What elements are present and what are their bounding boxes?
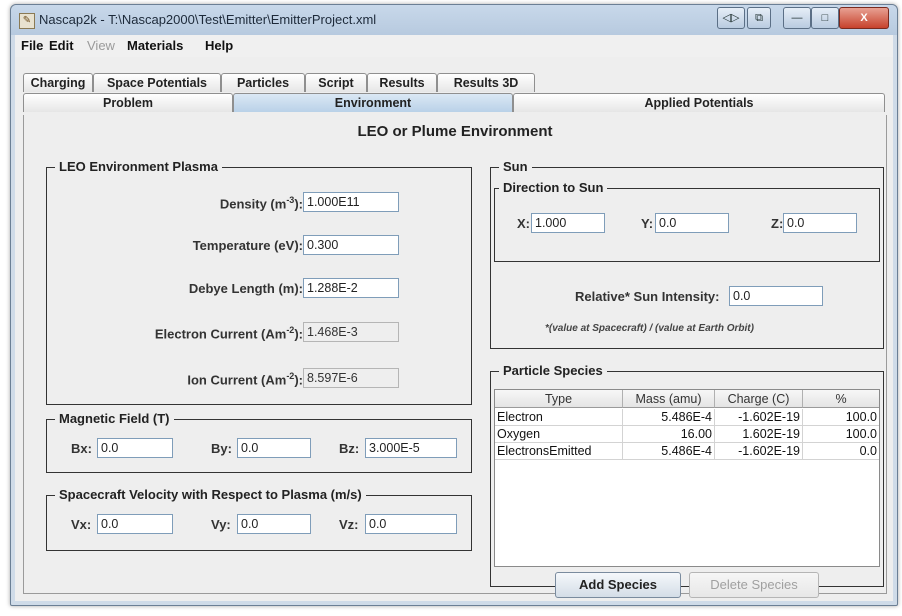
app-icon: ✎ <box>19 13 35 29</box>
tab-script[interactable]: Script <box>305 73 367 92</box>
table-row[interactable]: Electron 5.486E-4 -1.602E-19 100.0 <box>495 409 879 426</box>
minimize-button[interactable]: — <box>783 7 811 29</box>
cell-charge[interactable]: -1.602E-19 <box>715 409 803 425</box>
cell-charge[interactable]: -1.602E-19 <box>715 443 803 459</box>
species-table: Type Mass (amu) Charge (C) % Electron 5.… <box>494 389 880 567</box>
app-window: ✎ Nascap2k - T:\Nascap2000\Test\Emitter\… <box>10 4 898 606</box>
by-field[interactable]: 0.0 <box>237 438 311 458</box>
main-content: Charging Space Potentials Particles Scri… <box>15 57 893 601</box>
vx-field[interactable]: 0.0 <box>97 514 173 534</box>
debye-length-field[interactable]: 1.288E-2 <box>303 278 399 298</box>
environment-panel: LEO or Plume Environment LEO Environment… <box>23 115 887 598</box>
density-label: Density (m-3): <box>219 195 303 212</box>
sun-title: Sun <box>499 159 532 174</box>
cell-percent[interactable]: 0.0 <box>803 443 879 459</box>
page-title: LEO or Plume Environment <box>357 123 553 140</box>
sun-group: Sun Direction to Sun X: 1.000 Y: 0.0 Z: … <box>490 159 884 349</box>
vy-label: Vy: <box>211 517 231 532</box>
sun-y-field[interactable]: 0.0 <box>655 213 729 233</box>
add-species-button[interactable]: Add Species <box>555 572 681 598</box>
particle-species-title: Particle Species <box>499 363 607 378</box>
bx-field[interactable]: 0.0 <box>97 438 173 458</box>
restore-down-icon[interactable]: ◁▷ <box>717 7 745 29</box>
delete-species-button[interactable]: Delete Species <box>689 572 819 598</box>
menu-file[interactable]: File <box>21 38 43 53</box>
magnetic-field-group: Magnetic Field (T) Bx: 0.0 By: 0.0 Bz: 3… <box>46 411 472 473</box>
cell-charge[interactable]: 1.602E-19 <box>715 426 803 442</box>
by-label: By: <box>211 441 232 456</box>
menu-view[interactable]: View <box>87 38 115 53</box>
particle-species-group: Particle Species Type Mass (amu) Charge … <box>490 363 884 598</box>
cell-percent[interactable]: 100.0 <box>803 409 879 425</box>
title-bar: ✎ Nascap2k - T:\Nascap2000\Test\Emitter\… <box>11 5 897 35</box>
electron-current-label: Electron Current (Am-2): <box>154 325 303 342</box>
temperature-field[interactable]: 0.300 <box>303 235 399 255</box>
cell-type[interactable]: ElectronsEmitted <box>495 443 623 459</box>
close-button[interactable]: X <box>839 7 889 29</box>
sun-z-field[interactable]: 0.0 <box>783 213 857 233</box>
ion-current-label: Ion Current (Am-2): <box>187 371 303 388</box>
cell-mass[interactable]: 5.486E-4 <box>623 409 715 425</box>
sun-x-label: X: <box>517 216 530 231</box>
cell-type[interactable]: Oxygen <box>495 426 623 442</box>
bz-field[interactable]: 3.000E-5 <box>365 438 457 458</box>
leo-plasma-title: LEO Environment Plasma <box>55 159 222 174</box>
debye-length-label: Debye Length (m): <box>188 281 303 296</box>
tab-particles[interactable]: Particles <box>221 73 305 92</box>
sun-intensity-note: *(value at Spacecraft) / (value at Earth… <box>545 323 754 334</box>
vz-label: Vz: <box>339 517 359 532</box>
sun-intensity-field[interactable]: 0.0 <box>729 286 823 306</box>
window-title: Nascap2k - T:\Nascap2000\Test\Emitter\Em… <box>39 12 377 27</box>
velocity-title: Spacecraft Velocity with Respect to Plas… <box>55 487 366 502</box>
column-header-mass[interactable]: Mass (amu) <box>623 390 715 408</box>
vx-label: Vx: <box>71 517 92 532</box>
tab-space-potentials[interactable]: Space Potentials <box>93 73 221 92</box>
cell-mass[interactable]: 5.486E-4 <box>623 443 715 459</box>
direction-to-sun-group: Direction to Sun X: 1.000 Y: 0.0 Z: 0.0 <box>494 180 880 262</box>
column-header-type[interactable]: Type <box>495 390 623 408</box>
sun-y-label: Y: <box>641 216 654 231</box>
leo-plasma-group: LEO Environment Plasma Density (m-3): 1.… <box>46 159 472 405</box>
velocity-group: Spacecraft Velocity with Respect to Plas… <box>46 487 472 551</box>
direction-to-sun-title: Direction to Sun <box>499 180 608 195</box>
menu-bar: File Edit View Materials Help <box>15 35 893 58</box>
menu-edit[interactable]: Edit <box>49 38 74 53</box>
density-field[interactable]: 1.000E11 <box>303 192 399 212</box>
tab-results-3d[interactable]: Results 3D <box>437 73 535 92</box>
sun-intensity-label: Relative* Sun Intensity: <box>575 289 720 304</box>
cell-mass[interactable]: 16.00 <box>623 426 715 442</box>
tab-problem[interactable]: Problem <box>23 93 233 112</box>
tab-charging[interactable]: Charging <box>23 73 93 92</box>
copy-icon[interactable]: ⧉ <box>747 7 771 29</box>
sun-z-label: Z: <box>771 216 784 231</box>
maximize-button[interactable]: □ <box>811 7 839 29</box>
vy-field[interactable]: 0.0 <box>237 514 311 534</box>
magnetic-field-title: Magnetic Field (T) <box>55 411 174 426</box>
bz-label: Bz: <box>339 441 360 456</box>
menu-materials[interactable]: Materials <box>127 38 183 53</box>
bx-label: Bx: <box>71 441 92 456</box>
table-row[interactable]: Oxygen 16.00 1.602E-19 100.0 <box>495 426 879 443</box>
table-row[interactable]: ElectronsEmitted 5.486E-4 -1.602E-19 0.0 <box>495 443 879 460</box>
cell-type[interactable]: Electron <box>495 409 623 425</box>
tab-results[interactable]: Results <box>367 73 437 92</box>
vz-field[interactable]: 0.0 <box>365 514 457 534</box>
column-header-charge[interactable]: Charge (C) <box>715 390 803 408</box>
tab-environment[interactable]: Environment <box>233 93 513 112</box>
electron-current-field: 1.468E-3 <box>303 322 399 342</box>
sun-x-field[interactable]: 1.000 <box>531 213 605 233</box>
ion-current-field: 8.597E-6 <box>303 368 399 388</box>
menu-help[interactable]: Help <box>205 38 233 53</box>
column-header-percent[interactable]: % <box>803 390 879 408</box>
cell-percent[interactable]: 100.0 <box>803 426 879 442</box>
temperature-label: Temperature (eV): <box>192 238 303 253</box>
tab-applied-potentials[interactable]: Applied Potentials <box>513 93 885 112</box>
